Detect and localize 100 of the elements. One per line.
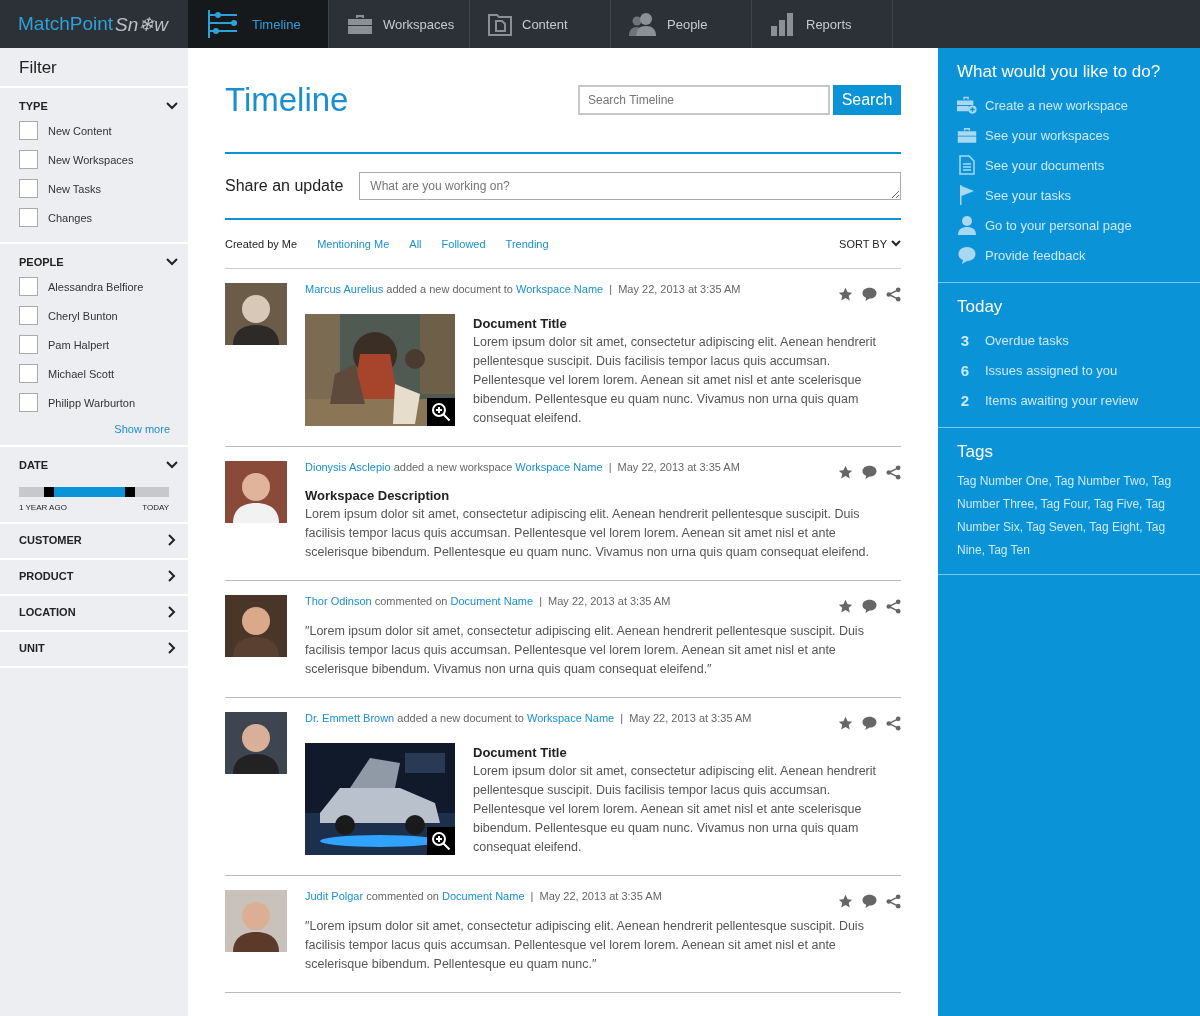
share-icon[interactable] bbox=[886, 716, 901, 731]
action-link[interactable]: Provide feedback bbox=[957, 240, 1182, 270]
update-field[interactable]: What are you working on? bbox=[359, 172, 901, 200]
comment-icon[interactable] bbox=[862, 287, 877, 301]
author-link[interactable]: Thor Odinson bbox=[305, 595, 372, 607]
share-icon[interactable] bbox=[886, 465, 901, 480]
search-button[interactable]: Search bbox=[833, 85, 901, 115]
feed-filter-link[interactable]: Followed bbox=[441, 238, 486, 250]
show-more-link[interactable]: Show more bbox=[0, 417, 188, 435]
comment-icon[interactable] bbox=[862, 716, 877, 730]
panel-heading: What would you like to do? bbox=[957, 62, 1162, 82]
comment-text: ″Lorem ipsum dolor sit amet, consectetur adipiscing elit. Aenean hendrerit pellentesque suscipit. Duis facilisis tempor lacus quis accumsan. Pellentesque vel lorem lorem. Aenean sit amet nisl et ante scelerisque bibendum. Pellentesque eu quam nunc.″ bbox=[305, 918, 865, 973]
target-link[interactable]: Document Name bbox=[441, 890, 525, 902]
post-text: Lorem ipsum dolor sit amet, consectetur adipiscing elit. Aenean hendrerit pellentesque suscipit. Duis facilisis tempor lacus quis accumsan. Pellentesque vel lorem lorem. Aenean sit amet nisl et ante scelerisque bibendum. Pellentesque eu quam nunc. Vivamus non urna quis quam consequat eleifend. bbox=[473, 763, 877, 856]
today-link[interactable]: Overdue tasks bbox=[985, 332, 1069, 348]
people-icon bbox=[629, 12, 657, 36]
nav-tab[interactable]: Content bbox=[470, 0, 611, 48]
checkbox[interactable] bbox=[19, 335, 38, 354]
section-header[interactable]: UNIT bbox=[0, 632, 188, 658]
share-icon[interactable] bbox=[886, 894, 901, 909]
author-link[interactable]: Judit Polgar bbox=[305, 890, 364, 902]
filter-option[interactable]: New Content bbox=[0, 116, 188, 145]
section-header[interactable]: TYPE bbox=[0, 88, 188, 116]
today-link[interactable]: Items awaiting your review bbox=[985, 392, 1139, 408]
zoom-in-icon[interactable] bbox=[427, 827, 455, 855]
checkbox[interactable] bbox=[19, 364, 38, 383]
star-icon[interactable] bbox=[838, 287, 853, 302]
filter-option[interactable]: Philipp Warburton bbox=[0, 388, 188, 417]
comment-icon[interactable] bbox=[862, 599, 877, 613]
logo[interactable]: MatchPointSn❄w bbox=[0, 0, 188, 48]
filter-option[interactable]: Michael Scott bbox=[0, 359, 188, 388]
checkbox[interactable] bbox=[19, 393, 38, 412]
post-text: Lorem ipsum dolor sit amet, consectetur adipiscing elit. Aenean hendrerit pellentesque suscipit. Duis facilisis tempor lacus quis accumsan. Pellentesque vel lorem lorem. Aenean sit amet nisl et ante scelerisque bibendum. Pellentesque eu quam nunc. Vivamus non urna quis quam consequat eleifend. bbox=[473, 334, 877, 427]
today-link[interactable]: Issues assigned to you bbox=[985, 362, 1118, 378]
briefcase-icon bbox=[347, 13, 373, 35]
avatar bbox=[225, 595, 287, 657]
filter-option[interactable]: Pam Halpert bbox=[0, 330, 188, 359]
checkbox[interactable] bbox=[19, 121, 38, 140]
author-link[interactable]: Dr. Emmett Brown bbox=[305, 712, 395, 724]
checkbox[interactable] bbox=[19, 277, 38, 296]
action-link[interactable]: Create a new workspace bbox=[957, 90, 1182, 120]
checkbox[interactable] bbox=[19, 208, 38, 227]
section-header[interactable]: DATE bbox=[0, 447, 188, 475]
section-header[interactable]: PEOPLE bbox=[0, 244, 188, 272]
tag-list: Tag Number One, Tag Number Two, Tag Number Three, Tag Four, Tag Five, Tag Number Six, Tag Seven, Tag Eight, Tag Nine, Tag Ten bbox=[957, 470, 1182, 562]
slider-handle[interactable] bbox=[125, 487, 135, 497]
sort-button[interactable]: SORT BY bbox=[839, 238, 901, 250]
checkbox[interactable] bbox=[19, 179, 38, 198]
target-link[interactable]: Workspace Name bbox=[515, 461, 603, 473]
panel-heading: Today bbox=[957, 297, 1004, 317]
search-field[interactable]: Search Timeline bbox=[578, 85, 830, 115]
star-icon[interactable] bbox=[838, 465, 853, 480]
filter-option[interactable]: New Workspaces bbox=[0, 145, 188, 174]
date-range-slider[interactable] bbox=[19, 487, 169, 497]
checkbox[interactable] bbox=[19, 150, 38, 169]
action-link[interactable]: See your documents bbox=[957, 150, 1182, 180]
star-icon[interactable] bbox=[838, 599, 853, 614]
checkbox[interactable] bbox=[19, 306, 38, 325]
share-icon[interactable] bbox=[886, 599, 901, 614]
post-header: Judit Polgar commented on Document Name | May 22, 2013 at 3:35 AM bbox=[305, 890, 662, 904]
section-header[interactable]: CUSTOMER bbox=[0, 524, 188, 550]
nav-tab[interactable]: Timeline bbox=[188, 0, 329, 48]
action-link[interactable]: See your workspaces bbox=[957, 120, 1182, 150]
section-header[interactable]: PRODUCT bbox=[0, 560, 188, 586]
avatar bbox=[225, 890, 287, 952]
author-link[interactable]: Dionysis Asclepio bbox=[305, 461, 391, 473]
chevron-down-icon bbox=[891, 240, 901, 248]
target-link[interactable]: Workspace Name bbox=[526, 712, 615, 724]
nav-tab[interactable]: Reports bbox=[752, 0, 893, 48]
star-icon[interactable] bbox=[838, 894, 853, 909]
feed-filter-link[interactable]: All bbox=[409, 238, 422, 250]
section-header[interactable]: LOCATION bbox=[0, 596, 188, 622]
feed-filter-link[interactable]: Mentioning Me bbox=[317, 238, 390, 250]
feed-filter-link[interactable]: Created by Me bbox=[225, 238, 298, 250]
star-icon[interactable] bbox=[838, 716, 853, 731]
panel-heading: Tags bbox=[957, 442, 994, 462]
share-icon[interactable] bbox=[886, 287, 901, 302]
filter-option[interactable]: New Tasks bbox=[0, 174, 188, 203]
action-link[interactable]: Go to your personal page bbox=[957, 210, 1182, 240]
nav-tab[interactable]: People bbox=[611, 0, 752, 48]
filter-option[interactable]: Alessandra Belfiore bbox=[0, 272, 188, 301]
target-link[interactable]: Workspace Name bbox=[516, 283, 604, 295]
avatar bbox=[225, 461, 287, 523]
feed-filter-link[interactable]: Trending bbox=[505, 238, 549, 250]
action-link[interactable]: See your tasks bbox=[957, 180, 1182, 210]
person-icon bbox=[958, 215, 976, 235]
target-link[interactable]: Document Name bbox=[450, 595, 534, 607]
comment-icon[interactable] bbox=[862, 465, 877, 479]
nav-tab[interactable]: Workspaces bbox=[329, 0, 470, 48]
slider-handle[interactable] bbox=[44, 487, 54, 497]
folder-icon bbox=[488, 12, 512, 36]
range-min-label: 1 YEAR AGO bbox=[19, 503, 67, 512]
filter-option[interactable]: Cheryl Bunton bbox=[0, 301, 188, 330]
document-title: Document Title bbox=[473, 316, 568, 331]
zoom-in-icon[interactable] bbox=[427, 398, 455, 426]
comment-icon[interactable] bbox=[862, 894, 877, 908]
author-link[interactable]: Marcus Aurelius bbox=[305, 283, 384, 295]
filter-option[interactable]: Changes bbox=[0, 203, 188, 232]
range-max-label: TODAY bbox=[142, 503, 169, 512]
post-header: Marcus Aurelius added a new document to Workspace Name | May 22, 2013 at 3:35 AM bbox=[305, 283, 741, 297]
